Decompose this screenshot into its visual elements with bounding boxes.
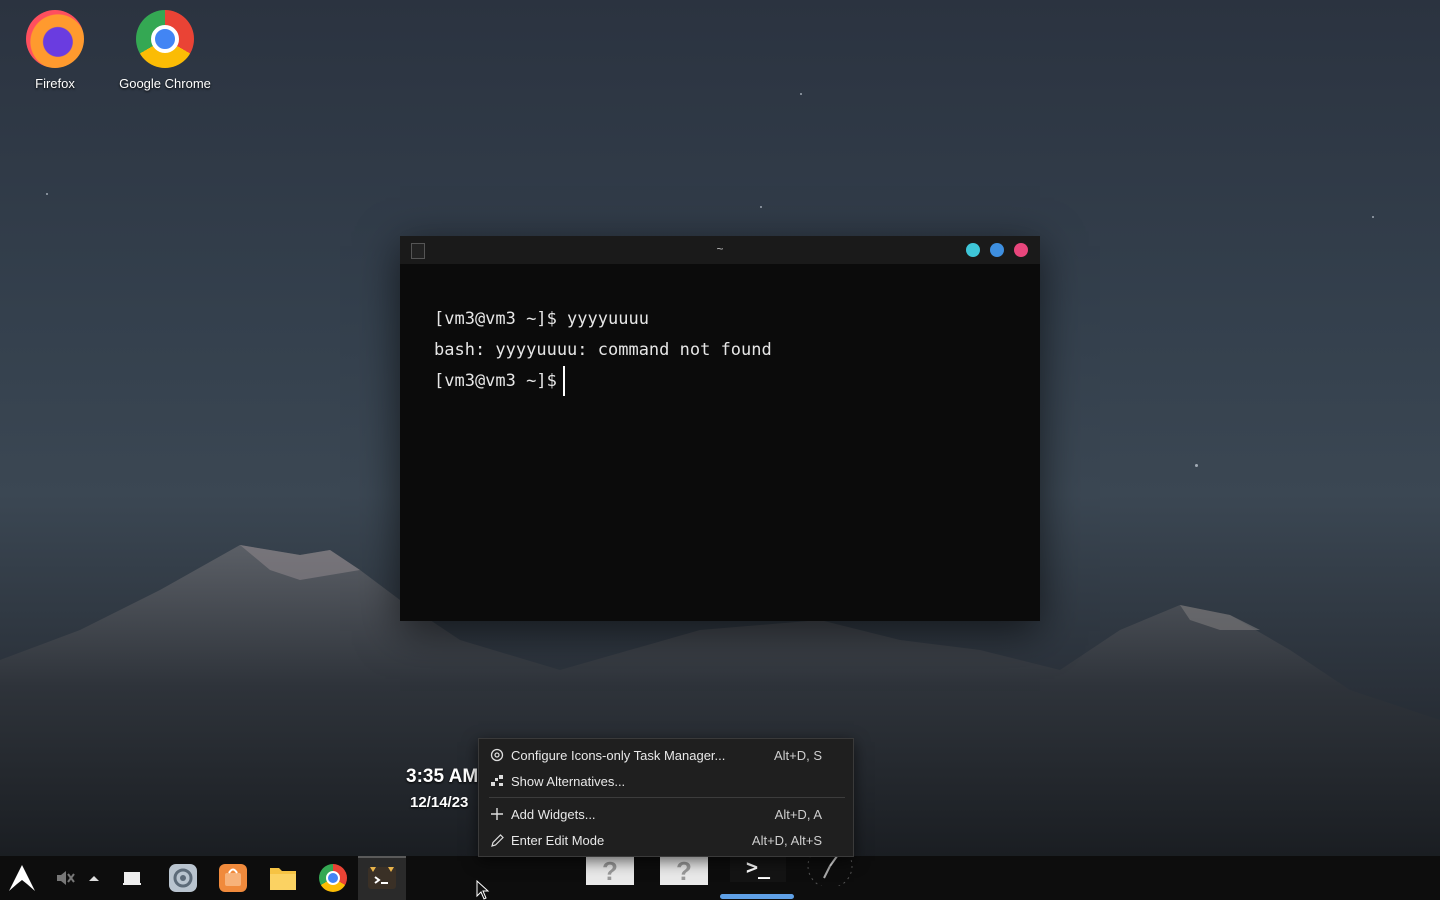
star <box>800 93 802 95</box>
speaker-muted-icon <box>57 871 75 885</box>
show-desktop-icon <box>123 872 141 885</box>
text-cursor <box>562 366 565 396</box>
gear-icon <box>490 748 504 762</box>
menu-item-add-widgets[interactable]: Add Widgets... Alt+D, A <box>479 802 853 826</box>
digital-clock-widget[interactable]: 3:35 AM 12/14/23 <box>406 766 478 811</box>
terminal-window[interactable]: ~ [vm3@vm3 ~]$ yyyyuuuu bash: yyyyuuuu: … <box>400 236 1040 621</box>
system-tray-expand-button[interactable] <box>77 862 111 894</box>
chevron-up-icon <box>89 876 99 881</box>
dock-item-placeholder[interactable]: ? <box>586 855 634 886</box>
dock-item-placeholder[interactable]: ? <box>660 855 708 886</box>
desktop-icon-label: Google Chrome <box>119 76 211 91</box>
terminal-titlebar[interactable]: ~ <box>400 236 1040 264</box>
terminal-prompt-line: [vm3@vm3 ~]$ <box>434 366 1006 397</box>
star <box>1195 464 1198 467</box>
menu-item-shortcut: Alt+D, Alt+S <box>751 832 822 848</box>
menu-item-configure-task-manager[interactable]: Configure Icons-only Task Manager... Alt… <box>479 743 853 767</box>
taskbar-app-system-settings[interactable] <box>166 862 200 894</box>
show-desktop-button[interactable] <box>115 862 149 894</box>
terminal-prompt-icon: >_ <box>745 855 771 879</box>
menu-separator <box>489 797 845 798</box>
question-mark-icon: ? <box>676 855 692 886</box>
minimize-button[interactable] <box>966 243 980 257</box>
dock-active-indicator <box>720 894 794 899</box>
menu-item-label: Enter Edit Mode <box>511 832 605 848</box>
clock-time: 3:35 AM <box>406 766 479 787</box>
terminal-prompt: [vm3@vm3 ~]$ <box>434 371 557 391</box>
alternatives-icon <box>490 774 504 788</box>
folder-icon <box>270 868 296 890</box>
store-bag-icon <box>219 864 247 892</box>
terminal-title: ~ <box>716 242 724 256</box>
task-manager-context-menu: Configure Icons-only Task Manager... Alt… <box>478 738 854 857</box>
menu-item-label: Add Widgets... <box>511 806 596 822</box>
maximize-button[interactable] <box>990 243 1004 257</box>
mouse-pointer-icon <box>476 880 490 900</box>
taskbar-app-google-chrome[interactable] <box>316 862 350 894</box>
menu-item-label: Show Alternatives... <box>511 773 626 789</box>
menu-item-enter-edit-mode[interactable]: Enter Edit Mode Alt+D, Alt+S <box>479 828 853 852</box>
terminal-line: [vm3@vm3 ~]$ yyyyuuuu <box>434 309 649 329</box>
arch-logo-icon <box>9 865 35 891</box>
taskbar-app-terminal[interactable] <box>365 862 399 894</box>
menu-item-show-alternatives[interactable]: Show Alternatives... <box>479 769 853 793</box>
chrome-icon <box>319 864 347 892</box>
settings-app-icon <box>169 864 197 892</box>
taskbar-app-software-store[interactable] <box>216 862 250 894</box>
app-launcher-button[interactable] <box>5 862 39 894</box>
menu-item-shortcut: Alt+D, A <box>774 806 822 822</box>
taskbar-app-file-manager[interactable] <box>266 862 300 894</box>
terminal-line: bash: yyyyuuuu: command not found <box>434 340 772 360</box>
desktop-icon-google-chrome[interactable]: Google Chrome <box>110 10 220 91</box>
plus-icon <box>490 807 504 821</box>
terminal-app-icon <box>368 867 396 889</box>
star <box>760 206 762 208</box>
active-task-indicator <box>358 856 406 858</box>
clock-date: 12/14/23 <box>410 794 469 811</box>
terminal-output[interactable]: [vm3@vm3 ~]$ yyyyuuuu bash: yyyyuuuu: co… <box>400 264 1040 437</box>
pencil-icon <box>490 833 504 847</box>
star <box>46 193 48 195</box>
desktop-icon-firefox[interactable]: Firefox <box>0 10 110 91</box>
menu-item-label: Configure Icons-only Task Manager... <box>511 747 726 763</box>
question-mark-icon: ? <box>602 855 618 886</box>
menu-item-shortcut: Alt+D, S <box>773 747 822 763</box>
chrome-icon <box>136 10 194 68</box>
taskbar <box>0 856 1440 900</box>
firefox-icon <box>26 10 84 68</box>
close-button[interactable] <box>1014 243 1028 257</box>
desktop-icon-label: Firefox <box>35 76 75 91</box>
star <box>1372 216 1374 218</box>
